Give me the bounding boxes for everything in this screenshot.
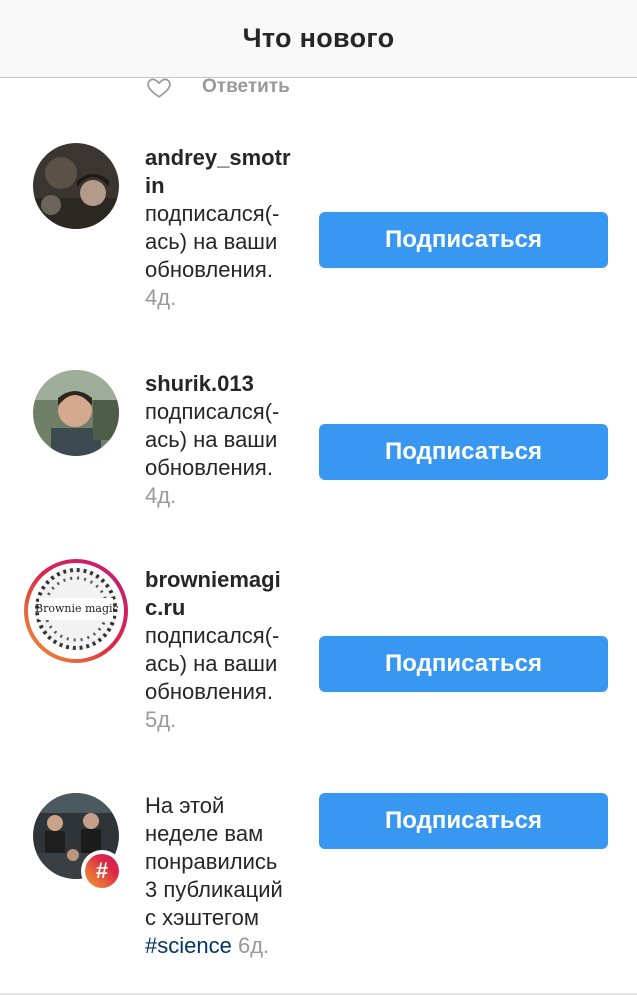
heart-icon[interactable] (146, 74, 172, 100)
notification-message: На этой неделе вам понравились 3 публика… (145, 793, 283, 930)
notification-text: andrey_smotrin подписался(-ась) на ваши … (145, 144, 295, 312)
notification-message: подписался(-ась) на ваши обновления. (145, 201, 280, 282)
timestamp: 4д. (145, 483, 177, 508)
notification-message: подписался(-ась) на ваши обновления. (145, 399, 280, 480)
username[interactable]: andrey_smotrin (145, 144, 295, 200)
previous-comment-actions: Ответить (146, 74, 290, 100)
timestamp: 6д. (237, 933, 270, 958)
reply-button[interactable]: Ответить (202, 76, 290, 98)
follow-button[interactable]: Подписаться (319, 424, 608, 480)
top-bar: Что нового (0, 0, 637, 78)
username[interactable]: shurik.013 (145, 370, 295, 398)
follow-button[interactable]: Подписаться (319, 636, 608, 692)
page-title: Что нового (242, 23, 395, 53)
notification-text: На этой неделе вам понравились 3 публика… (145, 792, 295, 960)
avatar[interactable] (33, 143, 119, 229)
notification-text: shurik.013 подписался(-ась) на ваши обно… (145, 370, 295, 510)
timestamp: 4д. (145, 285, 177, 310)
follow-button[interactable]: Подписаться (319, 212, 608, 268)
hashtag-badge: # (81, 850, 123, 892)
hashtag-icon: # (85, 854, 119, 888)
avatar-logo-text: Brownie magic (35, 602, 119, 615)
timestamp: 5д. (145, 707, 177, 732)
username[interactable]: browniemagic.ru (145, 566, 295, 622)
hashtag-link[interactable]: #science (145, 933, 232, 958)
notification-text: browniemagic.ru подписался(-ась) на ваши… (145, 566, 295, 734)
follow-button[interactable]: Подписаться (319, 793, 608, 849)
notification-message: подписался(-ась) на ваши обновления. (145, 623, 280, 704)
avatar[interactable] (33, 370, 119, 456)
